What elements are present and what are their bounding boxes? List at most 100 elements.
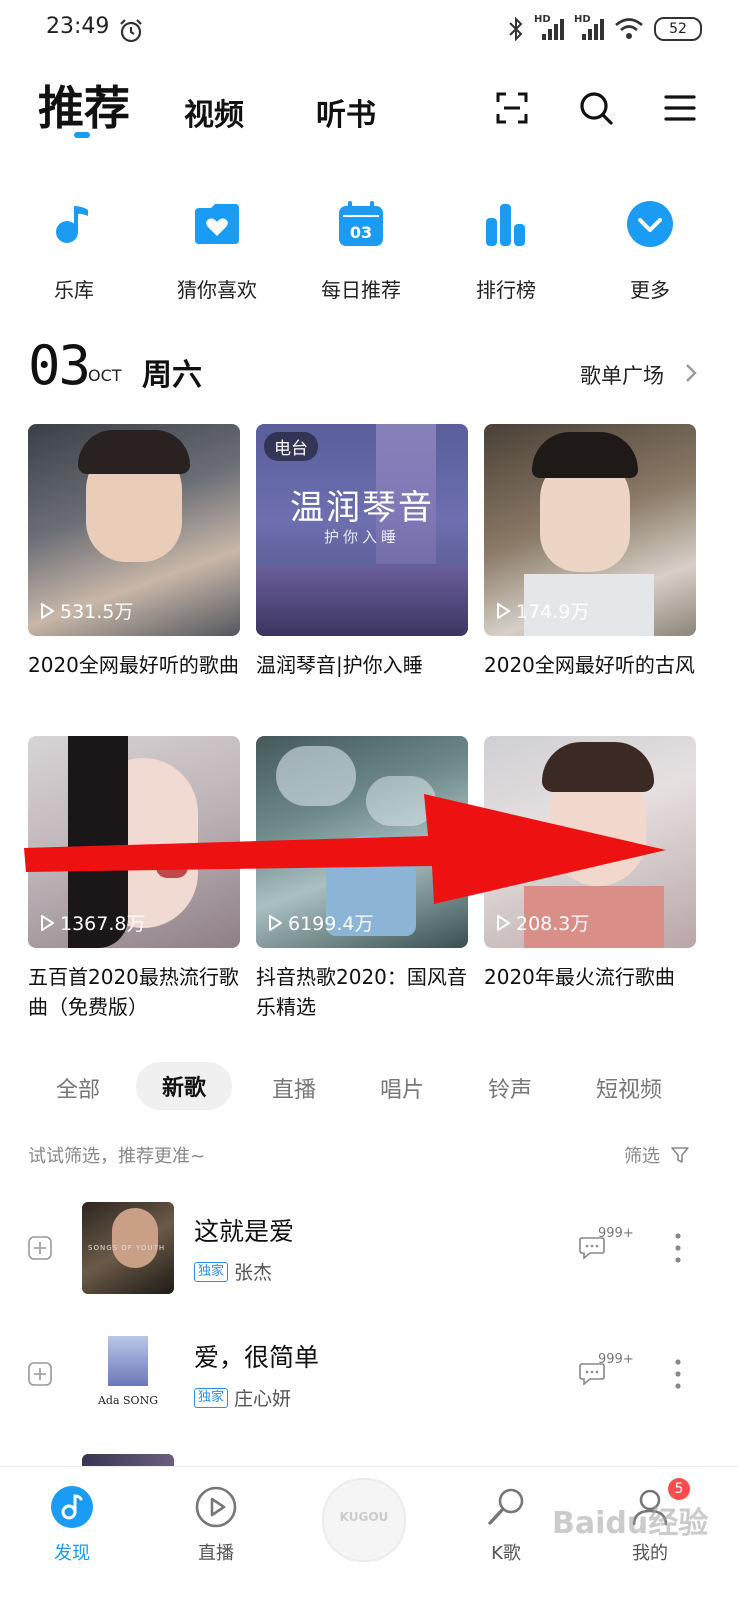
play-icon (41, 602, 54, 619)
nav-label: 直播 (198, 1543, 234, 1564)
song-title: 这就是爱 (194, 1217, 295, 1246)
signal-icon-2: HD (574, 14, 604, 42)
status-time: 23:49 (46, 14, 110, 39)
nav-label: 发现 (54, 1543, 90, 1564)
playlist-card[interactable]: 6199.4万 抖音热歌2020：国风音乐精选 (256, 736, 468, 1022)
tab-video[interactable]: 视频 (184, 90, 244, 134)
song-artist: 独家 张杰 (194, 1258, 272, 1285)
heart-folder-icon (195, 204, 239, 244)
date-weekday: 周六 (142, 358, 202, 393)
quick-nav-label: 排行榜 (476, 278, 536, 302)
filter-tab-live[interactable]: 直播 (272, 1072, 316, 1104)
filter-button[interactable]: 筛选 (624, 1142, 690, 1168)
play-count-value: 208.3万 (516, 913, 590, 935)
song-row[interactable]: SONGS OF YOUTH 这就是爱 独家 张杰 999+ (0, 1202, 738, 1302)
music-note-icon (56, 206, 88, 243)
search-icon[interactable] (578, 90, 614, 126)
nav-ksong[interactable]: K歌 (456, 1485, 556, 1565)
playlist-card[interactable]: 电台 温润琴音 护你入睡 温润琴音|护你入睡 (256, 424, 468, 680)
playlist-card[interactable]: 208.3万 2020年最火流行歌曲 (484, 736, 696, 992)
play-icon (269, 914, 282, 931)
song-artist: 独家 庄心妍 (194, 1384, 291, 1411)
kugou-player-disc[interactable]: KUGOU (322, 1478, 406, 1562)
playlist-cover: 174.9万 (484, 424, 696, 636)
date-month: OCT (88, 366, 122, 385)
playlist-title: 温润琴音|护你入睡 (256, 653, 423, 677)
playlist-cover: 208.3万 (484, 736, 696, 948)
comment-count: 999+ (598, 1226, 634, 1241)
more-options-icon[interactable] (674, 1232, 682, 1264)
quick-nav-library[interactable]: 乐库 (14, 198, 134, 303)
filter-tab-all[interactable]: 全部 (56, 1072, 100, 1104)
quick-nav-guess-you-like[interactable]: 猜你喜欢 (157, 198, 277, 303)
nav-label: 我的 (632, 1543, 668, 1564)
playlist-cover: 电台 温润琴音 护你入睡 (256, 424, 468, 636)
filter-hint: 试试筛选，推荐更准~ (28, 1146, 206, 1167)
playlist-title: 2020全网最好听的歌曲 (28, 653, 239, 677)
artist-name: 庄心妍 (234, 1388, 292, 1410)
quick-nav-daily[interactable]: 03 每日推荐 (301, 198, 421, 303)
signal-icon: HD (534, 14, 564, 42)
song-row[interactable]: Ada SONG 爱，很简单 独家 庄心妍 999+ (0, 1328, 738, 1428)
cover-text: Ada SONG (97, 1394, 158, 1407)
artist-name: 张杰 (234, 1262, 273, 1284)
date-day: 03 (28, 334, 91, 397)
quick-nav-label: 更多 (630, 278, 670, 302)
add-icon[interactable] (28, 1236, 52, 1260)
playlist-cover: 1367.8万 (28, 736, 240, 948)
tab-recommend[interactable]: 推荐 (38, 72, 130, 138)
play-count-value: 6199.4万 (288, 913, 374, 935)
playlist-title: 抖音热歌2020：国风音乐精选 (256, 965, 467, 1019)
play-count: 174.9万 (496, 597, 589, 624)
menu-icon[interactable] (662, 90, 698, 126)
filter-tab-ringtones[interactable]: 铃声 (488, 1072, 532, 1104)
quick-nav-label: 猜你喜欢 (177, 278, 257, 302)
quick-nav-label: 乐库 (54, 278, 94, 302)
scan-icon[interactable] (494, 90, 530, 126)
tab-audiobook[interactable]: 听书 (316, 90, 376, 134)
nav-discover[interactable]: 发现 (22, 1485, 122, 1565)
calendar-icon-text: 03 (350, 223, 372, 242)
battery-indicator: 52 (654, 17, 702, 41)
discover-music-icon (51, 1486, 93, 1528)
quick-nav-charts[interactable]: 排行榜 (446, 198, 566, 303)
nav-label: K歌 (491, 1543, 521, 1564)
playlist-title: 2020全网最好听的古风 (484, 653, 695, 677)
live-play-icon (195, 1486, 237, 1528)
quick-nav-label: 每日推荐 (321, 278, 401, 302)
cover-subtitle: 护你入睡 (323, 528, 400, 546)
quick-nav-more[interactable]: 更多 (590, 198, 710, 303)
notification-badge: 5 (668, 1478, 690, 1500)
playlist-title: 2020年最火流行歌曲 (484, 965, 675, 989)
playlist-plaza-link[interactable]: 歌单广场 (580, 360, 664, 390)
filter-tab-new-songs[interactable]: 新歌 (136, 1062, 233, 1110)
microphone-icon (488, 1488, 524, 1525)
playlist-cover: 531.5万 (28, 424, 240, 636)
song-title: 爱，很简单 (194, 1343, 320, 1372)
calendar-icon: 03 (339, 201, 383, 246)
filter-tab-albums[interactable]: 唱片 (380, 1072, 424, 1104)
radio-tag: 电台 (264, 432, 318, 461)
more-options-icon[interactable] (674, 1358, 682, 1390)
playlist-card[interactable]: 174.9万 2020全网最好听的古风 (484, 424, 696, 680)
wifi-icon (615, 18, 643, 39)
play-count-value: 531.5万 (60, 601, 134, 623)
exclusive-badge: 独家 (194, 1387, 229, 1408)
alarm-clock-icon (120, 19, 142, 43)
add-icon[interactable] (28, 1362, 52, 1386)
chevron-right-icon[interactable] (684, 362, 698, 384)
bar-chart-icon (486, 204, 525, 246)
chevron-down-circle-icon (627, 201, 673, 247)
playlist-card[interactable]: 531.5万 2020全网最好听的歌曲 (28, 424, 240, 680)
nav-live[interactable]: 直播 (166, 1485, 266, 1565)
filter-tab-short-video[interactable]: 短视频 (596, 1072, 662, 1104)
watermark: Baidu经验 (552, 1506, 709, 1541)
play-count: 1367.8万 (40, 909, 145, 936)
playlist-card[interactable]: 1367.8万 五百首2020最热流行歌曲（免费版） (28, 736, 240, 1022)
play-count-value: 174.9万 (516, 601, 590, 623)
play-icon (41, 914, 54, 931)
play-icon (497, 914, 510, 931)
song-cover: Ada SONG (82, 1328, 174, 1420)
play-count-value: 1367.8万 (60, 913, 146, 935)
bluetooth-icon (509, 17, 523, 41)
